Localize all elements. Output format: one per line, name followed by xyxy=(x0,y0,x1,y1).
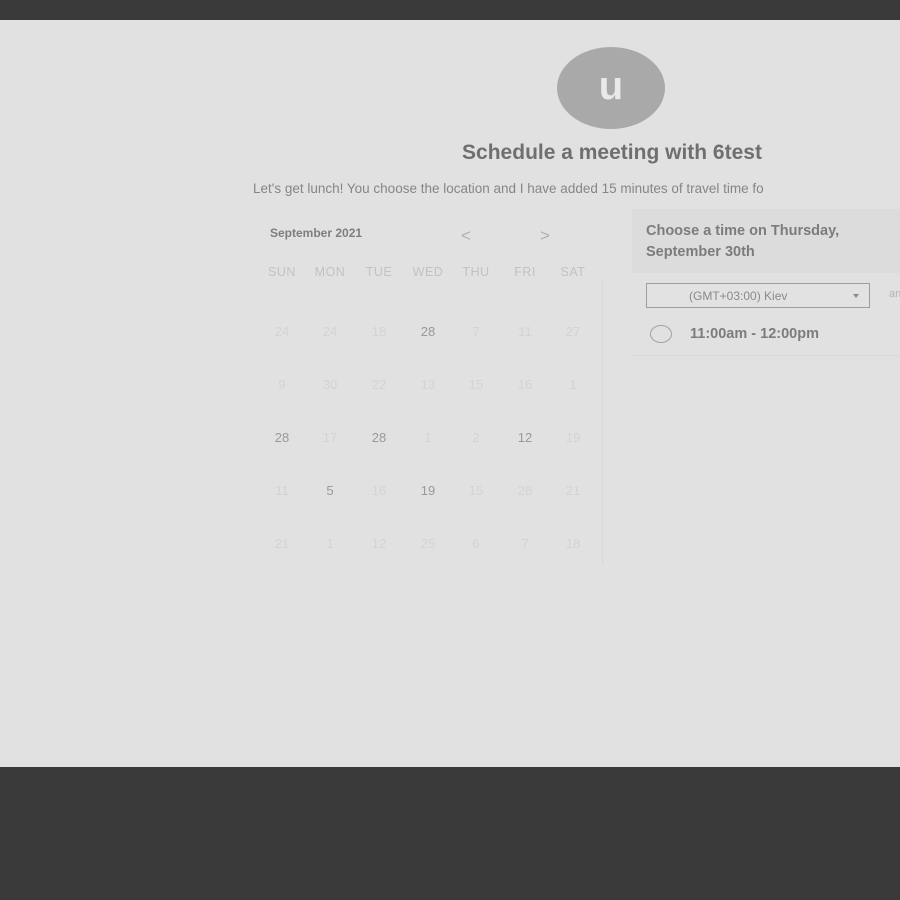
calendar-day[interactable]: 7 xyxy=(505,529,545,559)
calendar-day[interactable]: 1 xyxy=(553,370,593,400)
calendar-day[interactable]: 15 xyxy=(456,476,496,506)
calendar-day[interactable]: 22 xyxy=(359,370,399,400)
weekday-label: WED xyxy=(412,265,444,279)
calendar-day[interactable]: 16 xyxy=(359,476,399,506)
weekday-label: SUN xyxy=(268,265,296,279)
calendar-month-label: September 2021 xyxy=(270,226,363,240)
calendar-day[interactable]: 1 xyxy=(408,423,448,453)
calendar-day[interactable]: 9 xyxy=(262,370,302,400)
calendar-day[interactable]: 19 xyxy=(553,423,593,453)
calendar-day[interactable]: 28 xyxy=(359,423,399,453)
calendar-day[interactable]: 7 xyxy=(456,317,496,347)
calendar-day[interactable]: 16 xyxy=(505,370,545,400)
calendar-day[interactable]: 1 xyxy=(310,529,350,559)
page-subtitle: Let's get lunch! You choose the location… xyxy=(253,181,764,196)
calendar-day[interactable]: 13 xyxy=(408,370,448,400)
calendar-day[interactable]: 18 xyxy=(553,529,593,559)
time-slot-radio[interactable] xyxy=(650,325,672,343)
timezone-suffix: an xyxy=(889,288,900,300)
calendar-day[interactable]: 21 xyxy=(553,476,593,506)
calendar-day[interactable]: 11 xyxy=(262,476,302,506)
chevron-right-icon[interactable]: > xyxy=(540,226,550,246)
calendar-day[interactable]: 11 xyxy=(505,317,545,347)
avatar: u xyxy=(557,47,665,129)
calendar-day[interactable]: 25 xyxy=(408,529,448,559)
calendar-day[interactable]: 2 xyxy=(456,423,496,453)
chevron-left-icon[interactable]: < xyxy=(461,226,471,246)
calendar-day[interactable]: 28 xyxy=(262,423,302,453)
top-bar xyxy=(0,0,900,20)
weekday-label: TUE xyxy=(365,265,393,279)
calendar-day[interactable]: 18 xyxy=(359,317,399,347)
calendar-divider xyxy=(602,280,603,565)
weekday-label: MON xyxy=(314,265,346,279)
page-title: Schedule a meeting with 6test xyxy=(462,141,762,164)
weekday-label: SAT xyxy=(560,265,586,279)
calendar-day[interactable]: 30 xyxy=(310,370,350,400)
weekday-label: THU xyxy=(462,265,490,279)
calendar-day[interactable]: 28 xyxy=(408,317,448,347)
calendar-day[interactable]: 19 xyxy=(408,476,448,506)
timezone-select[interactable]: (GMT+03:00) Kiev xyxy=(646,283,870,308)
calendar-day[interactable]: 5 xyxy=(310,476,350,506)
calendar-day[interactable]: 24 xyxy=(310,317,350,347)
calendar-day[interactable]: 24 xyxy=(262,317,302,347)
caret-down-icon xyxy=(853,294,859,298)
calendar-day[interactable]: 15 xyxy=(456,370,496,400)
calendar-day[interactable]: 12 xyxy=(505,423,545,453)
timezone-value: (GMT+03:00) Kiev xyxy=(689,289,788,303)
bottom-area xyxy=(0,767,900,900)
calendar-day[interactable]: 6 xyxy=(456,529,496,559)
time-heading: Choose a time on Thursday, September 30t… xyxy=(646,223,840,260)
time-divider xyxy=(632,355,900,356)
calendar-day[interactable]: 21 xyxy=(262,529,302,559)
calendar-day[interactable]: 12 xyxy=(359,529,399,559)
time-slot-label[interactable]: 11:00am - 12:00pm xyxy=(690,326,819,342)
weekday-label: FRI xyxy=(514,265,536,279)
calendar-day[interactable]: 17 xyxy=(310,423,350,453)
calendar-day[interactable]: 28 xyxy=(505,476,545,506)
calendar-day[interactable]: 27 xyxy=(553,317,593,347)
booking-panel: u Schedule a meeting with 6test Let's ge… xyxy=(0,20,900,767)
